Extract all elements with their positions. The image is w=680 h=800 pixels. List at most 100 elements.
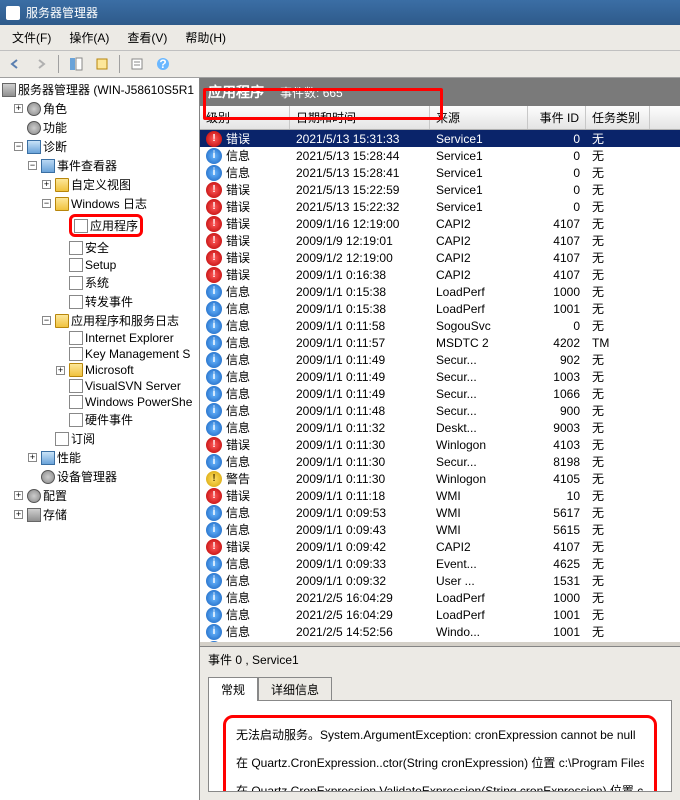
tree-root[interactable]: 服务器管理器 (WIN-J58610S5R1: [0, 80, 199, 99]
expander-icon[interactable]: −: [42, 199, 51, 208]
source-cell: CAPI2: [430, 216, 528, 232]
tab-detail[interactable]: 详细信息: [258, 677, 332, 701]
tree-devmgr[interactable]: 设备管理器: [0, 467, 199, 486]
expander-icon[interactable]: −: [14, 142, 23, 151]
tree-application[interactable]: 应用程序: [0, 213, 199, 238]
source-cell: Secur...: [430, 403, 528, 419]
table-row[interactable]: i信息2021/5/13 15:28:41Service10无: [200, 164, 680, 181]
menu-help[interactable]: 帮助(H): [177, 27, 234, 48]
tree-setup[interactable]: Setup: [0, 257, 199, 273]
source-cell: Deskt...: [430, 420, 528, 436]
tree-forwarded[interactable]: 转发事件: [0, 292, 199, 311]
err-icon: !: [206, 199, 222, 215]
folder-icon: [55, 197, 69, 211]
menu-file[interactable]: 文件(F): [4, 27, 59, 48]
tree-storage[interactable]: +存储: [0, 505, 199, 524]
tree-kms[interactable]: Key Management S: [0, 346, 199, 362]
tree-vsvn[interactable]: VisualSVN Server: [0, 378, 199, 394]
refresh-button[interactable]: [126, 53, 148, 75]
table-row[interactable]: !错误2021/5/13 15:22:59Service10无: [200, 181, 680, 198]
table-row[interactable]: i信息2021/5/13 15:28:44Service10无: [200, 147, 680, 164]
table-row[interactable]: i信息2009/1/1 0:15:38LoadPerf1000无: [200, 283, 680, 300]
id-cell: 1531: [528, 573, 586, 589]
expander-icon[interactable]: −: [28, 161, 37, 170]
table-row[interactable]: !警告2009/1/1 0:11:30Winlogon4105无: [200, 470, 680, 487]
tree-diag[interactable]: −诊断: [0, 137, 199, 156]
col-id[interactable]: 事件 ID: [528, 106, 586, 129]
date-cell: 2009/1/1 0:09:32: [290, 573, 430, 589]
table-row[interactable]: !错误2009/1/1 0:11:18WMI10无: [200, 487, 680, 504]
table-row[interactable]: i信息2009/1/1 0:11:49Secur...1066无: [200, 385, 680, 402]
err-icon: !: [206, 233, 222, 249]
table-row[interactable]: !错误2009/1/1 0:09:42CAPI24107无: [200, 538, 680, 555]
expander-icon[interactable]: +: [14, 491, 23, 500]
expander-icon[interactable]: −: [42, 316, 51, 325]
tree-event-viewer[interactable]: −事件查看器: [0, 156, 199, 175]
menu-action[interactable]: 操作(A): [61, 27, 117, 48]
table-row[interactable]: !错误2009/1/1 0:16:38CAPI24107无: [200, 266, 680, 283]
tree-hw[interactable]: 硬件事件: [0, 410, 199, 429]
source-cell: Secur...: [430, 386, 528, 402]
tree-custom-views[interactable]: +自定义视图: [0, 175, 199, 194]
help-button[interactable]: ?: [152, 53, 174, 75]
table-row[interactable]: i信息2009/1/1 0:09:43WMI5615无: [200, 521, 680, 538]
forward-button[interactable]: [30, 53, 52, 75]
log-icon: [69, 379, 83, 393]
table-row[interactable]: !错误2009/1/9 12:19:01CAPI24107无: [200, 232, 680, 249]
expander-icon[interactable]: +: [14, 510, 23, 519]
tree-perf[interactable]: +性能: [0, 448, 199, 467]
col-cat[interactable]: 任务类别: [586, 106, 650, 129]
tree-config[interactable]: +配置: [0, 486, 199, 505]
tree-subs[interactable]: 订阅: [0, 429, 199, 448]
table-row[interactable]: !错误2021/5/13 15:31:33Service10无: [200, 130, 680, 147]
tree-ie[interactable]: Internet Explorer: [0, 330, 199, 346]
table-row[interactable]: !错误2009/1/1 0:11:30Winlogon4103无: [200, 436, 680, 453]
col-level[interactable]: 级别: [200, 106, 290, 129]
col-src[interactable]: 来源: [430, 106, 528, 129]
expander-icon[interactable]: +: [42, 180, 51, 189]
back-button[interactable]: [4, 53, 26, 75]
table-row[interactable]: !错误2009/1/2 12:19:00CAPI24107无: [200, 249, 680, 266]
show-hide-button[interactable]: [65, 53, 87, 75]
tree-ms[interactable]: +Microsoft: [0, 362, 199, 378]
err-icon: !: [206, 539, 222, 555]
table-row[interactable]: i信息2021/2/5 16:04:29LoadPerf1000无: [200, 589, 680, 606]
menu-view[interactable]: 查看(V): [119, 27, 175, 48]
tree-roles[interactable]: +角色: [0, 99, 199, 118]
table-header: 级别 日期和时间 来源 事件 ID 任务类别: [200, 106, 680, 130]
table-row[interactable]: i信息2009/1/1 0:11:49Secur...902无: [200, 351, 680, 368]
col-date[interactable]: 日期和时间: [290, 106, 430, 129]
table-row[interactable]: !错误2021/5/13 15:22:32Service10无: [200, 198, 680, 215]
table-row[interactable]: i信息2009/1/1 0:11:32Deskt...9003无: [200, 419, 680, 436]
tab-general[interactable]: 常规: [208, 677, 258, 701]
table-row[interactable]: i信息2009/1/1 0:09:33Event...4625无: [200, 555, 680, 572]
date-cell: 2009/1/1 0:09:42: [290, 539, 430, 555]
properties-button[interactable]: [91, 53, 113, 75]
table-row[interactable]: i信息2009/1/1 0:09:32User ...1531无: [200, 572, 680, 589]
tree-app-svc-logs[interactable]: −应用程序和服务日志: [0, 311, 199, 330]
table-row[interactable]: i信息2021/2/5 14:52:56Windo...1001无: [200, 623, 680, 640]
expander-icon[interactable]: +: [14, 104, 23, 113]
table-row[interactable]: i信息2009/1/1 0:09:53WMI5617无: [200, 504, 680, 521]
tree-wps[interactable]: Windows PowerShe: [0, 394, 199, 410]
level-text: 信息: [226, 402, 250, 419]
table-row[interactable]: i信息2009/1/1 0:11:58SogouSvc0无: [200, 317, 680, 334]
table-row[interactable]: i信息2021/2/5 16:04:29LoadPerf1001无: [200, 606, 680, 623]
tree-features[interactable]: 功能: [0, 118, 199, 137]
tree-windows-logs[interactable]: −Windows 日志: [0, 194, 199, 213]
expander-icon[interactable]: +: [28, 453, 37, 462]
event-table-body[interactable]: !错误2021/5/13 15:31:33Service10无i信息2021/5…: [200, 130, 680, 642]
tree-security[interactable]: 安全: [0, 238, 199, 257]
source-cell: Winlogon: [430, 437, 528, 453]
table-row[interactable]: i信息2009/1/1 0:11:49Secur...1003无: [200, 368, 680, 385]
table-row[interactable]: !错误2009/1/16 12:19:00CAPI24107无: [200, 215, 680, 232]
table-row[interactable]: i信息2009/1/1 0:11:48Secur...900无: [200, 402, 680, 419]
nav-tree[interactable]: 服务器管理器 (WIN-J58610S5R1 +角色 功能 −诊断 −事件查看器…: [0, 78, 200, 800]
table-row[interactable]: i信息2009/1/1 0:15:38LoadPerf1001无: [200, 300, 680, 317]
tree-system[interactable]: 系统: [0, 273, 199, 292]
table-row[interactable]: i信息2009/1/1 0:11:57MSDTC 24202TM: [200, 334, 680, 351]
info-icon: i: [206, 148, 222, 164]
date-cell: 2021/2/5 16:04:29: [290, 607, 430, 623]
expander-icon[interactable]: +: [56, 366, 65, 375]
table-row[interactable]: i信息2009/1/1 0:11:30Secur...8198无: [200, 453, 680, 470]
